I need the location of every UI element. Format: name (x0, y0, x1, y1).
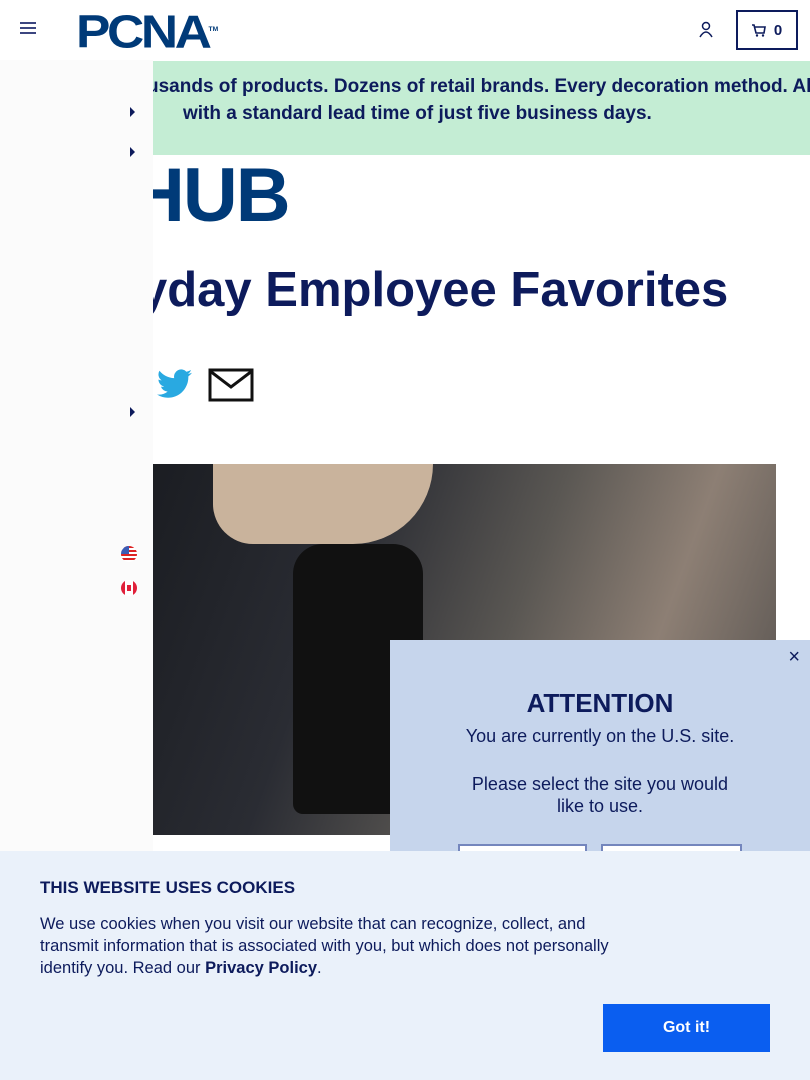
cookie-end: . (317, 959, 322, 977)
expand-arrow-icon[interactable] (130, 107, 135, 117)
cart-count: 0 (773, 21, 783, 39)
close-icon[interactable]: × (788, 646, 800, 669)
pcna-logo[interactable]: PCNATM (76, 8, 219, 54)
modal-instruction: Please select the site you would like to… (471, 774, 729, 816)
cookie-banner: THIS WEBSITE USES COOKIES We use cookies… (0, 851, 810, 1080)
expand-arrow-icon[interactable] (130, 147, 135, 157)
header: PCNATM 0 (0, 0, 810, 60)
promo-banner: usands of products. Dozens of retail bra… (153, 61, 810, 155)
hamburger-menu-icon[interactable] (20, 22, 36, 36)
page-title: yday Employee Favorites (140, 263, 729, 317)
canada-flag-icon[interactable] (121, 580, 137, 596)
hub-logo: HUB (130, 153, 291, 238)
us-flag-icon[interactable] (121, 546, 137, 562)
privacy-policy-link[interactable]: Privacy Policy (205, 959, 317, 977)
twitter-icon[interactable] (157, 368, 192, 400)
cart-icon (751, 23, 766, 37)
expand-arrow-icon[interactable] (130, 407, 135, 417)
logo-text: PCNA (76, 5, 212, 58)
cookie-body: We use cookies when you visit our websit… (40, 915, 609, 977)
cookie-text: We use cookies when you visit our websit… (40, 913, 610, 979)
cookie-title: THIS WEBSITE USES COOKIES (40, 878, 296, 897)
banner-line-1: usands of products. Dozens of retail bra… (153, 76, 810, 97)
modal-current-site: You are currently on the U.S. site. (465, 726, 735, 746)
cart-button[interactable]: 0 (736, 10, 798, 50)
accept-cookies-button[interactable]: Got it! (603, 1004, 770, 1052)
email-icon[interactable] (208, 368, 254, 402)
site-selection-modal: × ATTENTION You are currently on the U.S… (390, 640, 810, 880)
modal-title: ATTENTION (526, 688, 674, 718)
user-account-icon[interactable] (698, 21, 714, 39)
logo-tm: TM (208, 27, 219, 33)
banner-line-2: with a standard lead time of just five b… (183, 103, 652, 124)
